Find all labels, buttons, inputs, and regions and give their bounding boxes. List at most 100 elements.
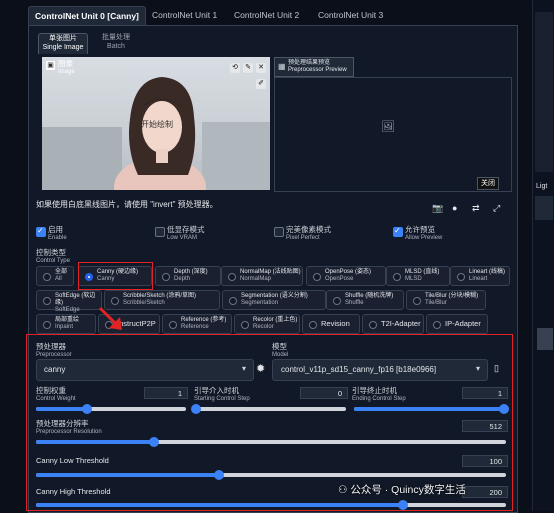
radio-mlsd-dot[interactable] (393, 273, 401, 281)
model-label: 模型 Model (272, 342, 288, 359)
control-weight-knob[interactable] (82, 404, 92, 414)
radio-normalmap[interactable]: NormalMap (法线贴图) NormalMap (221, 266, 303, 286)
radio-lineart[interactable]: Lineart (线稿) Lineart (450, 266, 510, 286)
radio-lineart-label: Lineart (线稿) (469, 269, 506, 275)
tab-unit-1[interactable]: ControlNet Unit 1 (146, 6, 223, 25)
control-weight-input[interactable]: 1 (144, 387, 188, 399)
radio-scribble-dot[interactable] (111, 297, 119, 305)
radio-openpose[interactable]: OpenPose (姿态) OpenPose (306, 266, 386, 286)
radio-all-dot[interactable] (43, 273, 51, 281)
radio-inpaint-dot[interactable] (43, 321, 51, 329)
high-threshold-slider[interactable] (36, 500, 506, 510)
radio-softedge[interactable]: SoftEdge (软边缘) SoftEdge (36, 290, 102, 313)
radio-t2i-adapter-dot[interactable] (369, 321, 377, 329)
allow-preview-check-box[interactable] (393, 226, 403, 237)
pixel-perfect-label: 完美像素模式 (286, 225, 331, 234)
radio-reference-label: Reference (参考) (181, 317, 227, 323)
high-threshold-knob[interactable] (397, 500, 408, 510)
refresh-models-icon[interactable]: ▯ (494, 363, 499, 374)
radio-mlsd[interactable]: MLSD (直线) MLSD (386, 266, 450, 286)
tab-batch[interactable]: 批量处理 Batch (92, 33, 140, 53)
radio-normalmap-dot[interactable] (228, 273, 236, 281)
radio-shuffle[interactable]: Shuffle (随机洗牌) Shuffle (326, 290, 404, 310)
radio-reference-dot[interactable] (169, 321, 177, 329)
radio-lineart-sublabel: Lineart (469, 276, 488, 282)
radio-softedge-dot[interactable] (43, 297, 51, 305)
end-step-slider[interactable] (354, 404, 509, 414)
radio-lineart-dot[interactable] (457, 273, 465, 281)
resize-icon[interactable]: ⤢ (493, 203, 500, 214)
edit-icon[interactable]: ✎ (243, 63, 253, 73)
radio-inpaint[interactable]: 局部重绘 Inpaint (36, 314, 96, 334)
low-vram-check-box[interactable] (155, 227, 165, 237)
low-threshold-label: Canny Low Threshold (36, 456, 109, 465)
preprocessor-label-en: Preprocessor (36, 351, 72, 358)
end-step-input[interactable]: 1 (462, 387, 508, 399)
radio-segmentation[interactable]: Segmentation (语义分割) Segmentation (222, 290, 326, 310)
high-threshold-fill (36, 503, 403, 507)
image-canvas[interactable]: 图像 Image ▣ 开始绘制 ⟲ ✎ ✕ ✐ (42, 57, 270, 190)
model-select[interactable]: control_v11p_sd15_canny_fp16 [b18e0966] … (272, 359, 488, 381)
close-preview-button[interactable]: 关闭 (477, 177, 499, 190)
run-preprocessor-icon[interactable]: ✹ (256, 362, 265, 375)
close-icon[interactable]: ✕ (256, 63, 266, 73)
radio-ip-adapter-dot[interactable] (433, 321, 441, 329)
image-label-en: Image (58, 68, 75, 75)
control-weight-fill (36, 407, 87, 411)
radio-recolor[interactable]: Recolor (重上色) Recolor (234, 314, 300, 334)
radio-tile-blur[interactable]: Tile/Blur (分块/模糊) Tile/Blur (406, 290, 486, 310)
image-label-cn: 图像 (58, 59, 73, 68)
annotation-arrow (98, 306, 122, 330)
radio-t2i-adapter[interactable]: T2I-Adapter (362, 314, 424, 334)
start-step-slider[interactable] (191, 404, 346, 414)
start-step-label-cn: 引导介入时机 (194, 386, 239, 395)
start-step-knob[interactable] (191, 404, 201, 414)
radio-segmentation-dot[interactable] (229, 297, 237, 305)
control-weight-slider[interactable] (36, 404, 186, 414)
right-panel-button[interactable] (537, 328, 553, 350)
radio-shuffle-dot[interactable] (333, 297, 341, 305)
right-panel-label: Ligt (536, 183, 548, 190)
chevron-down-icon: ▾ (241, 364, 246, 373)
radio-openpose-dot[interactable] (313, 273, 321, 281)
radio-recolor-dot[interactable] (241, 321, 249, 329)
radio-depth-label: Depth (深度) (174, 269, 208, 275)
radio-depth[interactable]: Depth (深度) Depth (155, 266, 221, 286)
enable-label: 启用 (48, 225, 63, 234)
radio-revision-dot[interactable] (309, 321, 317, 329)
preprocessor-select[interactable]: canny ▾ (36, 359, 254, 381)
brush-icon[interactable]: ✐ (256, 79, 266, 89)
right-side-panel: Ligt (532, 0, 554, 511)
pixel-perfect-check-box[interactable] (274, 227, 284, 237)
webcam-icon[interactable]: ● (452, 203, 457, 213)
low-threshold-input[interactable]: 100 (462, 455, 508, 467)
resolution-knob[interactable] (148, 437, 159, 447)
mirror-icon[interactable]: ⇄ (472, 203, 480, 214)
camera-icon[interactable]: 📷 (432, 203, 443, 214)
radio-all[interactable]: 全部 All (36, 266, 74, 286)
invert-hint: 如果使用白底黑线图片，请使用 "invert" 预处理器。 (36, 200, 218, 209)
tab-single-image[interactable]: 单张图片 Single Image (38, 33, 88, 54)
enable-check-box[interactable] (36, 226, 46, 237)
resolution-slider[interactable] (36, 437, 506, 447)
image-icon: ▣ (46, 61, 55, 70)
tab-unit-2[interactable]: ControlNet Unit 2 (228, 6, 305, 25)
tab-unit-0[interactable]: ControlNet Unit 0 [Canny] (28, 6, 146, 26)
radio-depth-dot[interactable] (162, 273, 170, 281)
preview-label-cn: 预处理结果预览 (288, 60, 331, 66)
image-label: 图像 Image (58, 59, 75, 76)
low-threshold-slider[interactable] (36, 470, 506, 480)
start-step-input[interactable]: 0 (300, 387, 348, 399)
radio-revision[interactable]: Revision (302, 314, 360, 334)
reset-icon[interactable]: ⟲ (230, 63, 240, 73)
radio-ip-adapter[interactable]: IP-Adapter (426, 314, 488, 334)
resolution-input[interactable]: 512 (462, 420, 508, 432)
radio-tile-blur-dot[interactable] (413, 297, 421, 305)
end-step-knob[interactable] (499, 404, 509, 414)
radio-scribble-sublabel: Scribble/Sketch (123, 300, 165, 306)
radio-segmentation-sublabel: Segmentation (241, 300, 279, 306)
preprocessor-preview-button[interactable]: ▦ 预处理结果预览 Preprocessor Preview (274, 57, 354, 77)
tab-unit-3[interactable]: ControlNet Unit 3 (312, 6, 389, 25)
preview-icon: ▦ (278, 62, 286, 71)
radio-reference[interactable]: Reference (参考) Reference (162, 314, 232, 334)
